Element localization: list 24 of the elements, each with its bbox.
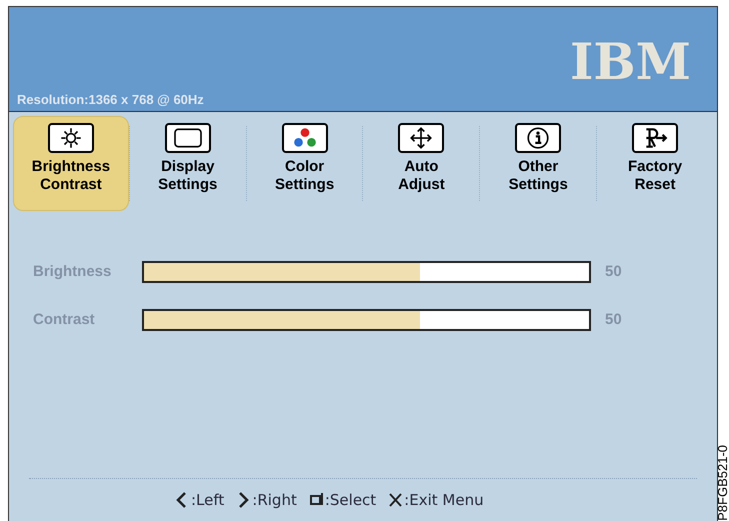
screen-icon [164, 123, 211, 153]
slider-value: 50 [605, 310, 622, 330]
hint-text: :Select [324, 490, 376, 511]
sun-icon [48, 123, 94, 153]
hint-text: :Right [252, 490, 297, 511]
menu-tab[interactable]: Display Settings [130, 116, 246, 211]
slider-label: Brightness [33, 262, 112, 282]
resolution-text: Resolution:1366 x 768 @ 60Hz [17, 90, 205, 108]
slider-track[interactable] [142, 261, 591, 283]
info-icon [515, 123, 562, 153]
slider-value: 50 [605, 262, 622, 282]
color-dots-icon [282, 123, 328, 153]
menu-tab[interactable]: Factory Reset [597, 116, 713, 211]
menu-tab[interactable]: Color Settings [246, 116, 362, 211]
menu-tab[interactable]: Other Settings [480, 116, 596, 211]
slider-label: Contrast [33, 310, 96, 330]
menu-tab[interactable]: Auto Adjust [363, 116, 480, 211]
logo: IBM [570, 37, 691, 87]
slider-track[interactable] [142, 309, 591, 331]
hint-text: :Left [191, 490, 224, 511]
figure-label: P8FGB521-0 [716, 445, 729, 521]
move-arrows-icon [398, 123, 444, 153]
hint-text: :Exit Menu [404, 490, 484, 511]
menu-tab[interactable]: Brightness Contrast [13, 116, 129, 211]
